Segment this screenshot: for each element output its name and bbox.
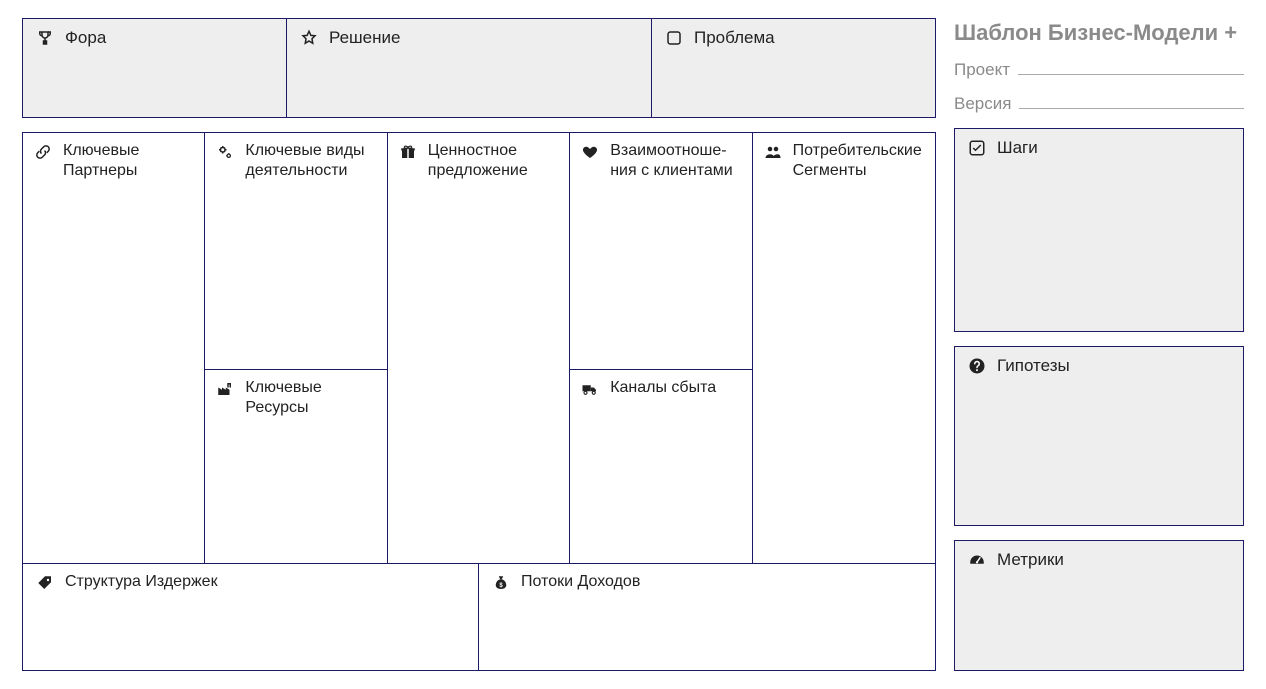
cell-channels[interactable]: Каналы сбыта <box>570 370 751 564</box>
version-rule <box>1019 108 1244 109</box>
truck-icon <box>580 380 600 399</box>
cell-problem-label: Проблема <box>694 27 775 48</box>
cell-value[interactable]: Ценностное предложение <box>388 133 569 563</box>
square-icon <box>664 29 684 48</box>
cell-relationships[interactable]: Взаимоотноше­ния с клиентами <box>570 133 751 370</box>
star-icon <box>299 29 319 48</box>
link-icon <box>33 143 53 162</box>
cell-fora-label: Фора <box>65 27 106 48</box>
cell-steps-label: Шаги <box>997 137 1038 158</box>
cell-costs[interactable]: Структура Издержек <box>23 564 479 670</box>
cell-segments-label: Потребитель­ские Сегменты <box>793 141 925 181</box>
gauge-icon <box>967 551 987 570</box>
cell-relationships-label: Взаимоотноше­ния с клиентами <box>610 141 741 181</box>
trophy-icon <box>35 29 55 48</box>
cell-activities[interactable]: Ключевые виды деятельности <box>205 133 386 370</box>
cell-resources-label: Ключевые Ресурсы <box>245 378 376 418</box>
cell-fora[interactable]: Фора <box>22 18 287 118</box>
cell-hypotheses-label: Гипотезы <box>997 355 1070 376</box>
cell-resources[interactable]: Ключевые Ресурсы <box>205 370 386 564</box>
gears-icon <box>215 143 235 162</box>
cell-metrics[interactable]: Метрики <box>954 540 1244 671</box>
project-rule <box>1018 74 1244 75</box>
version-field[interactable]: Версия <box>954 94 1244 114</box>
cell-revenue[interactable]: $ Потоки Доходов <box>479 564 935 670</box>
business-model-canvas: Ключевые Партнеры Ключевые виды деятельн… <box>22 132 936 671</box>
users-icon <box>763 143 783 162</box>
cell-hypotheses[interactable]: Гипотезы <box>954 346 1244 526</box>
cell-steps[interactable]: Шаги <box>954 128 1244 332</box>
check-icon <box>967 139 987 158</box>
gift-icon <box>398 143 418 162</box>
project-field[interactable]: Проект <box>954 60 1244 80</box>
cell-activities-label: Ключевые виды деятельности <box>245 141 376 181</box>
version-label: Версия <box>954 94 1011 114</box>
cell-partners-label: Ключевые Партнеры <box>63 141 194 181</box>
cell-segments[interactable]: Потребитель­ские Сегменты <box>753 133 935 563</box>
cell-costs-label: Структура Издержек <box>65 572 218 592</box>
page-title: Шаблон Бизнес-Модели + <box>954 20 1244 46</box>
factory-icon <box>215 380 235 399</box>
cell-solution[interactable]: Решение <box>287 18 652 118</box>
project-label: Проект <box>954 60 1010 80</box>
cell-partners[interactable]: Ключевые Партнеры <box>23 133 204 563</box>
cell-revenue-label: Потоки Доходов <box>521 572 640 592</box>
moneybag-icon: $ <box>491 574 511 593</box>
question-icon <box>967 357 987 376</box>
cell-solution-label: Решение <box>329 27 400 48</box>
tag-icon <box>35 574 55 593</box>
cell-channels-label: Каналы сбыта <box>610 378 716 398</box>
cell-value-label: Ценностное предложение <box>428 141 559 181</box>
cell-metrics-label: Метрики <box>997 549 1064 570</box>
top-strip: Фора Решение Проблема <box>22 18 936 118</box>
cell-problem[interactable]: Проблема <box>652 18 936 118</box>
heart-icon <box>580 143 600 162</box>
